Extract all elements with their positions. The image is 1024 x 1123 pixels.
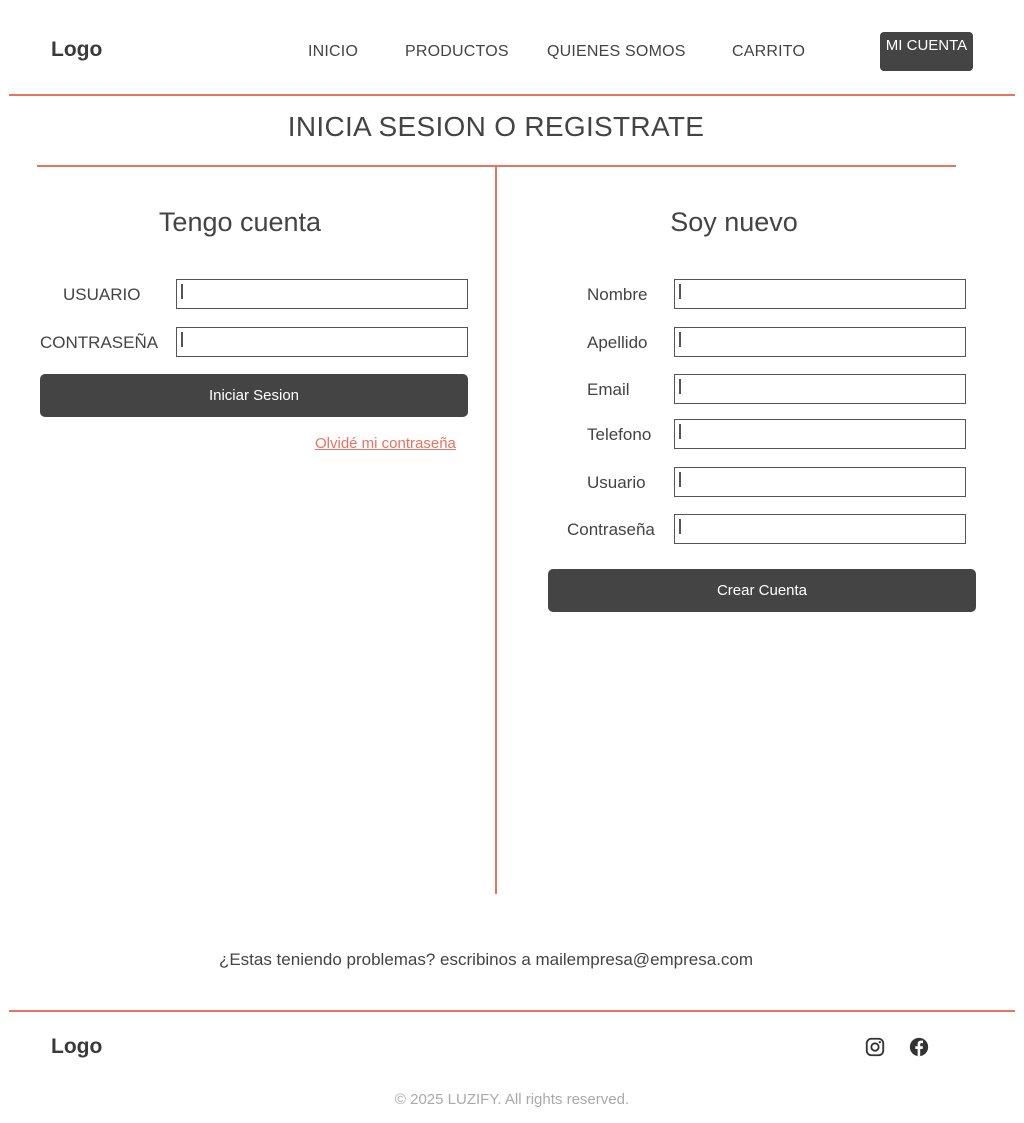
header-logo[interactable]: Logo (51, 38, 102, 62)
first-name-input[interactable] (674, 279, 966, 309)
nav-productos[interactable]: PRODUCTOS (405, 43, 509, 61)
text-caret (679, 332, 681, 347)
footer-divider (9, 1010, 1015, 1012)
help-text: ¿Estas teniendo problemas? escribinos a … (218, 950, 754, 969)
first-name-label: Nombre (587, 285, 648, 304)
email-input[interactable] (674, 374, 966, 404)
facebook-glyph (909, 1037, 929, 1057)
username-label: USUARIO (63, 285, 141, 304)
register-username-input[interactable] (674, 467, 966, 497)
nav-quienes-somos[interactable]: QUIENES SOMOS (547, 43, 686, 61)
text-caret (679, 284, 681, 299)
text-caret (679, 519, 681, 534)
last-name-input[interactable] (674, 327, 966, 357)
forgot-password-link[interactable]: Olvidé mi contraseña (315, 435, 456, 452)
last-name-label: Apellido (587, 333, 648, 352)
footer-logo[interactable]: Logo (51, 1035, 102, 1059)
instagram-icon[interactable] (864, 1036, 886, 1063)
login-button[interactable]: Iniciar Sesion (40, 374, 468, 417)
phone-label: Telefono (587, 425, 652, 444)
facebook-icon[interactable] (908, 1036, 930, 1063)
text-caret (679, 472, 681, 487)
register-password-input[interactable] (674, 514, 966, 544)
text-caret (181, 332, 183, 347)
register-password-label: Contraseña (567, 520, 655, 539)
nav-carrito[interactable]: CARRITO (732, 43, 805, 61)
text-caret (679, 424, 681, 439)
column-divider (495, 166, 497, 894)
create-account-button[interactable]: Crear Cuenta (548, 569, 976, 612)
copyright-text: © 2025 LUZIFY. All rights reserved. (394, 1091, 630, 1108)
text-caret (679, 379, 681, 394)
password-label: CONTRASEÑA (40, 333, 159, 352)
login-password-input[interactable] (176, 327, 468, 357)
instagram-glyph (865, 1037, 885, 1057)
phone-input[interactable] (674, 419, 966, 449)
register-username-label: Usuario (587, 473, 646, 492)
login-title: Tengo cuenta (158, 207, 322, 237)
nav-inicio[interactable]: INICIO (308, 43, 358, 61)
text-caret (181, 284, 183, 299)
email-label: Email (587, 380, 630, 399)
header-divider (9, 94, 1015, 96)
register-title: Soy nuevo (670, 207, 798, 237)
page-title: INICIA SESION O REGISTRATE (287, 111, 705, 142)
login-username-input[interactable] (176, 279, 468, 309)
my-account-button[interactable]: MI CUENTA (880, 32, 973, 71)
